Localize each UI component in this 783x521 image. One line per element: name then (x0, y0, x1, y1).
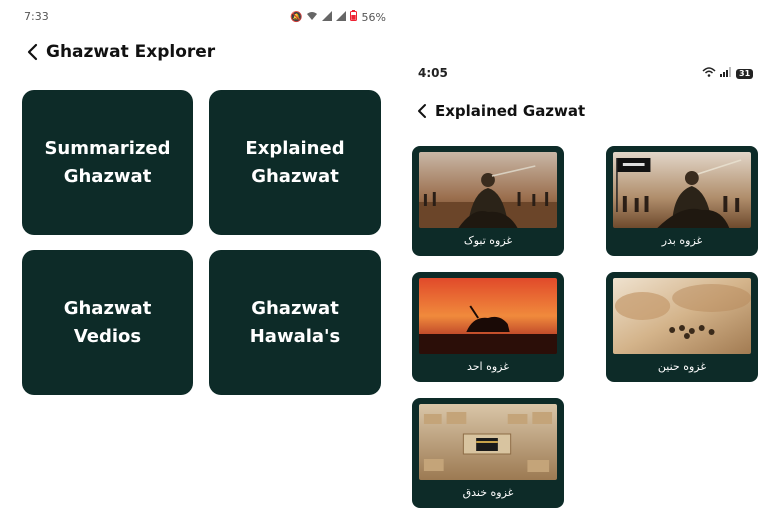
ghazwat-videos-tile[interactable]: Ghazwat Vedios (22, 250, 193, 395)
gazwa-card-hunain[interactable]: غزوه حنین (606, 272, 758, 382)
explained-ghazwat-tile[interactable]: Explained Ghazwat (209, 90, 381, 235)
status-icons: 🔕 56% (290, 10, 386, 24)
gazwa-card-badr[interactable]: غزوه بدر (606, 146, 758, 256)
battery-icon (350, 10, 358, 24)
gazwa-card-khandaq[interactable]: غزوه خندق (412, 398, 564, 508)
card-label: غزوه حنین (657, 360, 707, 373)
tile-label: Ghazwat Hawala's (249, 297, 341, 347)
status-time: 4:05 (418, 66, 448, 80)
explained-gazwat-screen: 4:05 31 Explained Gazwat غزوه تبوک غزوه … (400, 0, 783, 521)
card-label: غزوه احد (466, 360, 510, 373)
sunset-horseman-image (419, 278, 557, 354)
wifi-icon (702, 67, 716, 80)
ghazwat-explorer-screen: 7:33 🔕 56% Ghazwat Explorer Summarized G… (0, 0, 400, 521)
gazwa-card-uhud[interactable]: غزوه احد (412, 272, 564, 382)
app-bar: Ghazwat Explorer (26, 42, 215, 62)
signal-icon (322, 10, 333, 24)
card-label: غزوه بدر (661, 234, 703, 247)
mute-icon: 🔕 (290, 11, 303, 23)
tile-label: Explained Ghazwat (245, 137, 345, 187)
battle-horseman-image (419, 152, 557, 228)
tile-label: Ghazwat Vedios (63, 297, 152, 347)
status-icons: 31 (702, 67, 754, 80)
ghazwat-hawalas-tile[interactable]: Ghazwat Hawala's (209, 250, 381, 395)
signal-icon (720, 67, 732, 80)
battle-army-image (613, 152, 751, 228)
gazwa-card-tabuk[interactable]: غزوه تبوک (412, 146, 564, 256)
tile-label: Summarized Ghazwat (44, 137, 171, 187)
page-title: Ghazwat Explorer (46, 42, 216, 62)
card-label: غزوه تبوک (463, 234, 513, 247)
chevron-left-icon[interactable] (26, 43, 38, 61)
card-label: غزوه خندق (462, 486, 514, 499)
desert-battle-image (613, 278, 751, 354)
battery-percent: 56% (361, 10, 386, 24)
status-time: 7:33 (24, 10, 49, 23)
battery-icon: 31 (736, 68, 754, 79)
page-title: Explained Gazwat (435, 102, 586, 120)
wifi-icon (306, 11, 318, 24)
status-bar: 4:05 31 (400, 66, 783, 80)
summarized-ghazwat-tile[interactable]: Summarized Ghazwat (22, 90, 193, 235)
signal-icon (336, 10, 347, 24)
city-kaaba-image (419, 404, 557, 480)
battery-level: 31 (736, 68, 754, 79)
chevron-left-icon[interactable] (416, 103, 427, 119)
status-bar: 7:33 🔕 56% (0, 10, 400, 24)
app-bar: Explained Gazwat (416, 102, 585, 120)
